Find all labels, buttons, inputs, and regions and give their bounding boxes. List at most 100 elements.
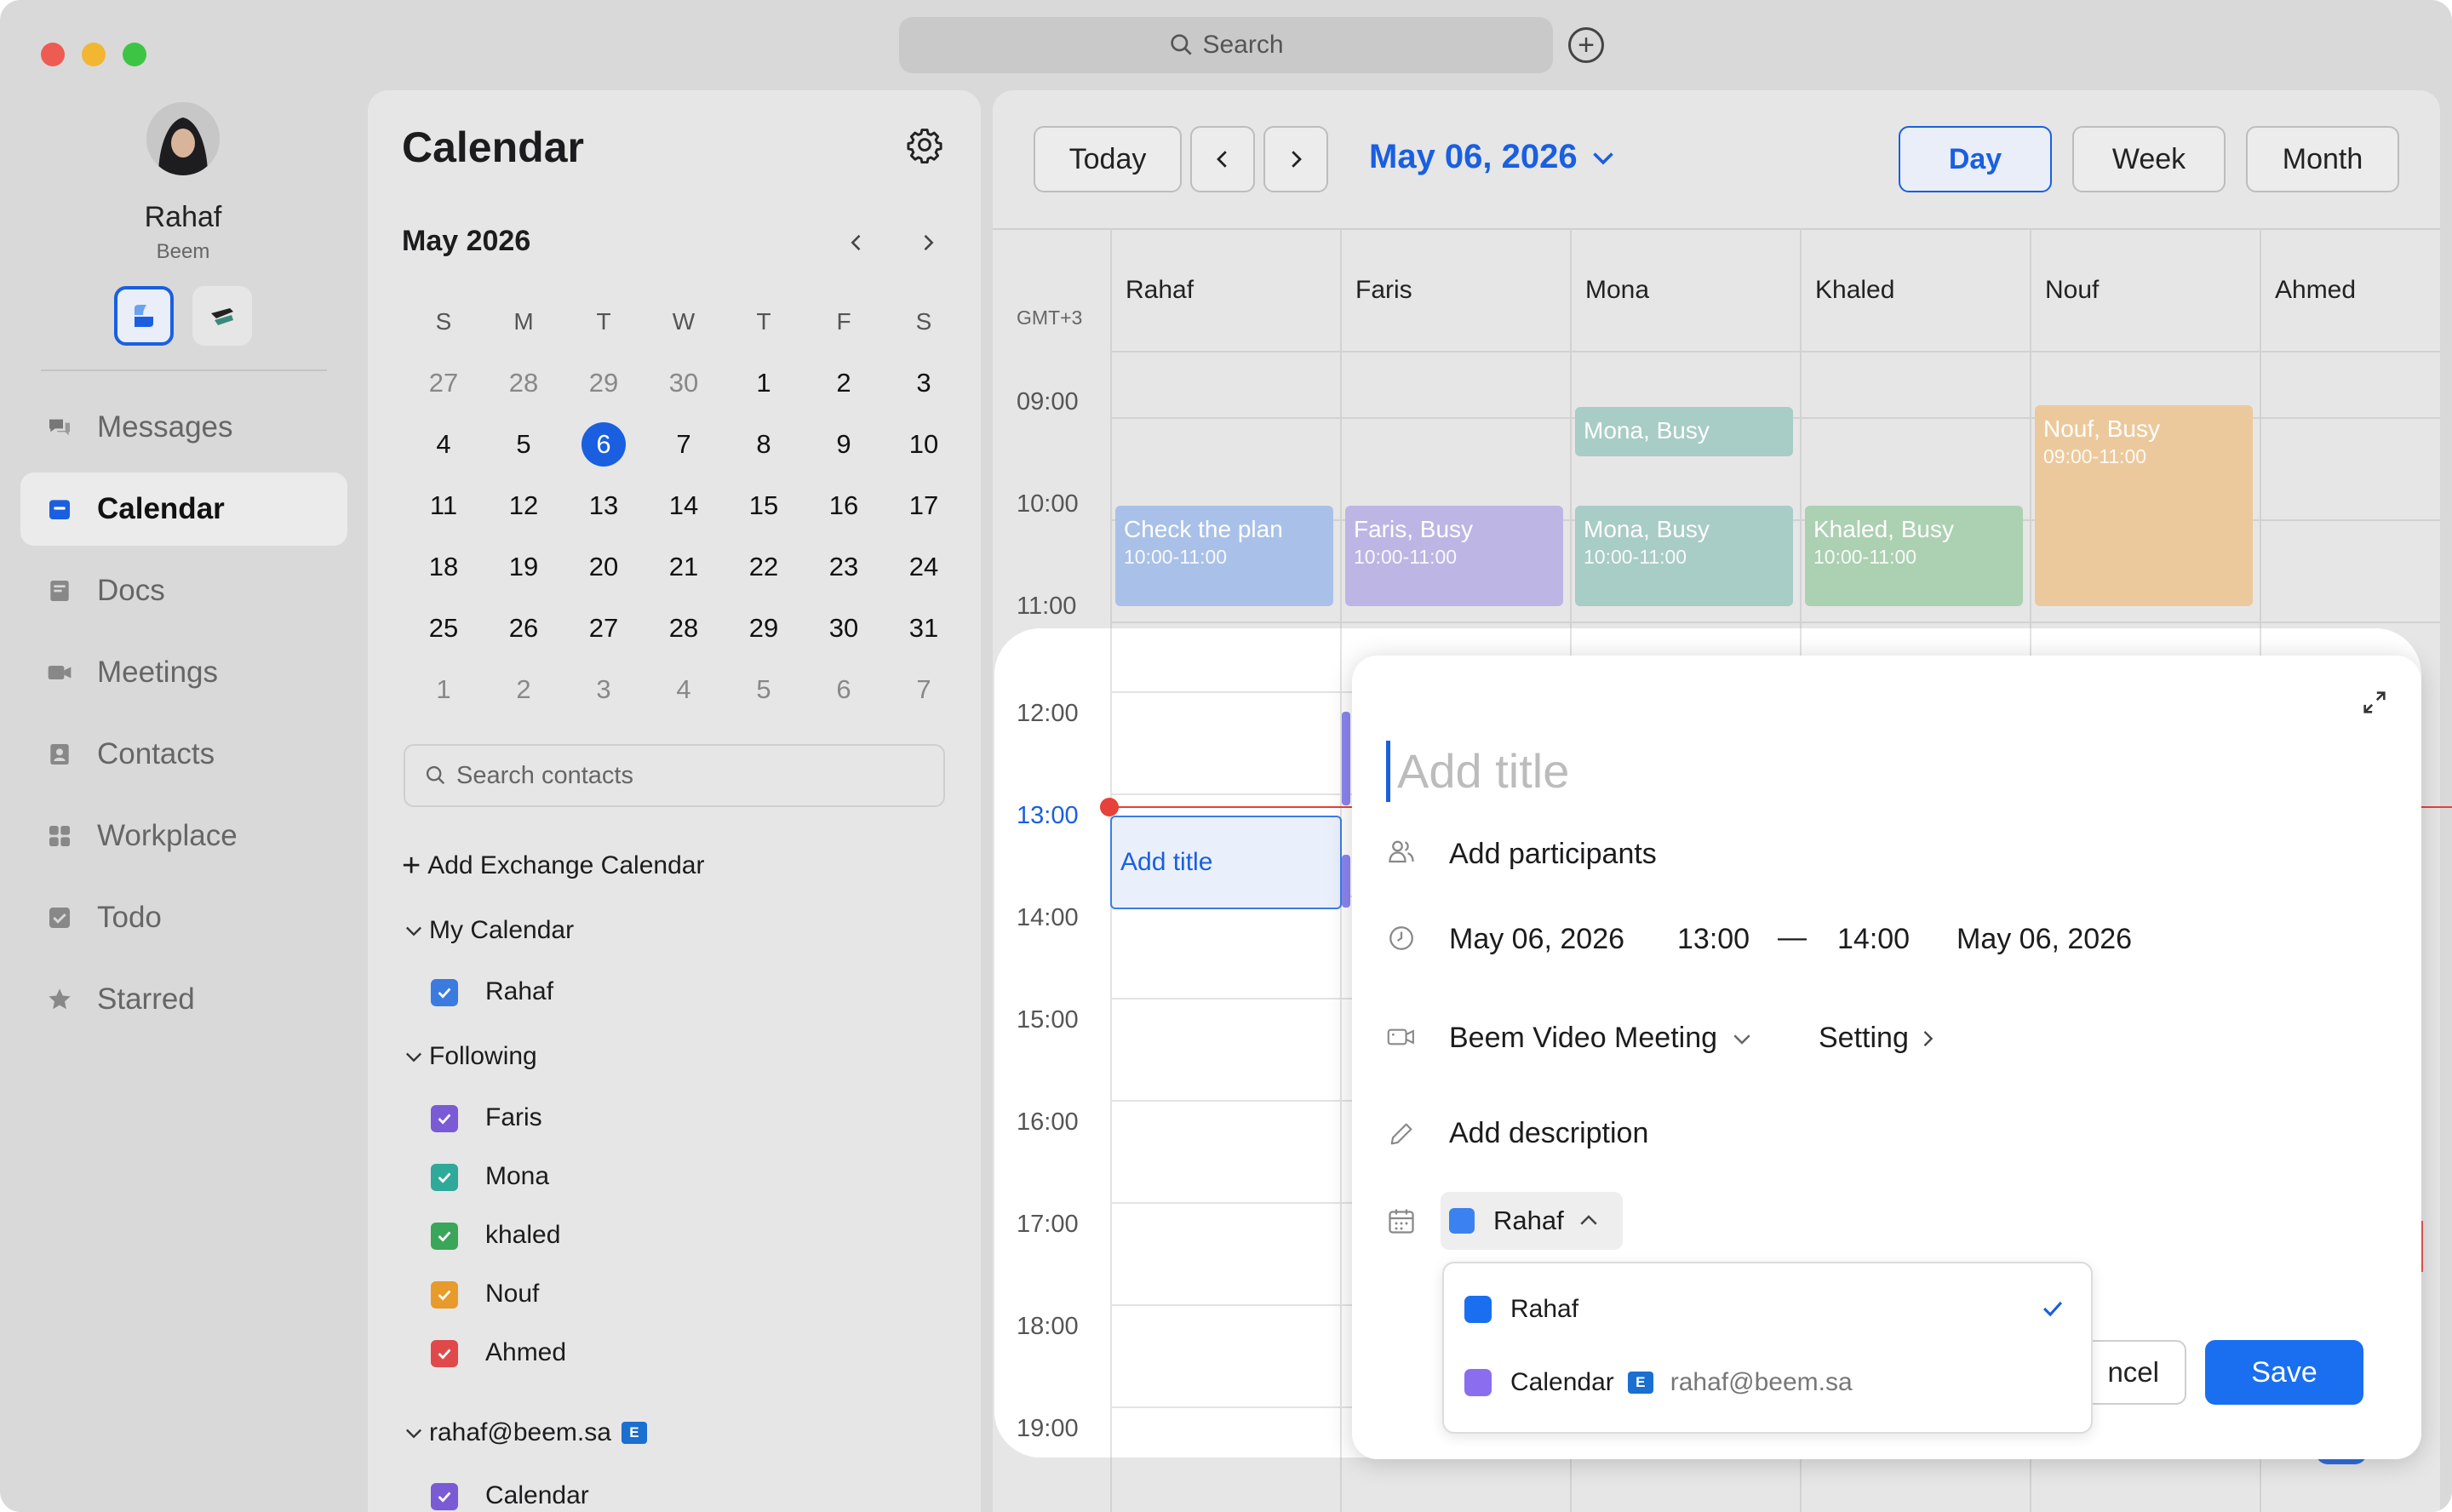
my-calendar-section-toggle[interactable]: My Calendar — [402, 916, 574, 945]
global-search-bar[interactable]: Search — [899, 17, 1553, 73]
calendar-day[interactable]: 30 — [644, 368, 724, 398]
event-block[interactable]: Mona, Busy — [1575, 407, 1793, 456]
add-exchange-calendar-button[interactable]: + Add Exchange Calendar — [402, 850, 704, 882]
beem-workspace-icon[interactable] — [114, 286, 174, 346]
calendar-day[interactable]: 28 — [484, 368, 564, 398]
sidebar-item-docs[interactable]: Docs — [20, 554, 347, 627]
secondary-app-icon[interactable] — [192, 286, 252, 346]
calendar-day[interactable]: 6 — [804, 674, 884, 705]
calendar-day[interactable]: 7 — [884, 674, 964, 705]
exchange-calendar-calendar-checkbox[interactable] — [431, 1483, 458, 1510]
prev-day-button[interactable] — [1190, 126, 1255, 192]
calendar-day[interactable]: 24 — [884, 552, 964, 582]
event-block[interactable]: Khaled, Busy 10:00-11:00 — [1805, 506, 2023, 606]
today-button[interactable]: Today — [1034, 126, 1182, 192]
event-block[interactable]: Mona, Busy 10:00-11:00 — [1575, 506, 1793, 606]
calendar-day[interactable]: 31 — [884, 613, 964, 644]
calendar-select[interactable]: Rahaf — [1441, 1192, 1623, 1250]
following-ahmed-checkbox[interactable] — [431, 1340, 458, 1367]
sidebar-item-calendar[interactable]: Calendar — [20, 472, 347, 546]
next-month-button[interactable] — [916, 226, 940, 262]
following-mona-checkbox[interactable] — [431, 1164, 458, 1191]
calendar-day[interactable]: 30 — [804, 613, 884, 644]
following-faris-checkbox[interactable] — [431, 1105, 458, 1132]
calendar-day[interactable]: 5 — [484, 429, 564, 460]
draft-event[interactable]: Add title — [1110, 816, 1342, 909]
avatar[interactable] — [146, 102, 220, 175]
sidebar-item-todo[interactable]: Todo — [20, 881, 347, 954]
calendar-day[interactable]: 22 — [724, 552, 804, 582]
meeting-type-select[interactable]: Beem Video Meeting — [1449, 1022, 1755, 1055]
end-time-field[interactable]: 14:00 — [1837, 923, 1910, 956]
event-title-input[interactable]: Add title — [1386, 741, 1569, 802]
calendar-day[interactable]: 29 — [724, 613, 804, 644]
calendar-day[interactable]: 18 — [404, 552, 484, 582]
following-nouf-checkbox[interactable] — [431, 1281, 458, 1309]
calendar-day[interactable]: 11 — [404, 490, 484, 521]
calendar-day[interactable]: 14 — [644, 490, 724, 521]
meeting-setting-button[interactable]: Setting — [1819, 1022, 1939, 1055]
calendar-day[interactable]: 1 — [724, 368, 804, 398]
calendar-day[interactable]: 27 — [404, 368, 484, 398]
calendar-day[interactable]: 3 — [564, 674, 644, 705]
selected-day[interactable]: 6 — [564, 422, 644, 467]
calendar-day[interactable]: 19 — [484, 552, 564, 582]
calendar-option-calendar[interactable]: Calendar Erahaf@beem.sa — [1444, 1349, 2091, 1417]
calendar-option-rahaf[interactable]: Rahaf — [1444, 1275, 2091, 1343]
calendar-day[interactable]: 1 — [404, 674, 484, 705]
calendar-day[interactable]: 2 — [484, 674, 564, 705]
month-view-button[interactable]: Month — [2246, 126, 2399, 192]
calendar-day[interactable]: 28 — [644, 613, 724, 644]
save-button[interactable]: Save — [2205, 1340, 2363, 1405]
calendar-day[interactable]: 15 — [724, 490, 804, 521]
my-calendar-rahaf-checkbox[interactable] — [431, 979, 458, 1006]
calendar-day[interactable]: 21 — [644, 552, 724, 582]
add-description-field[interactable]: Add description — [1449, 1117, 1648, 1150]
start-date-field[interactable]: May 06, 2026 — [1449, 923, 1624, 956]
day-view-button[interactable]: Day — [1899, 126, 2052, 192]
calendar-day[interactable]: 4 — [644, 674, 724, 705]
calendar-day[interactable]: 29 — [564, 368, 644, 398]
following-section-toggle[interactable]: Following — [402, 1042, 537, 1071]
sidebar-item-messages[interactable]: Messages — [20, 391, 347, 464]
calendar-day[interactable]: 25 — [404, 613, 484, 644]
calendar-day[interactable]: 26 — [484, 613, 564, 644]
expand-icon[interactable] — [2360, 688, 2389, 721]
calendar-day[interactable]: 2 — [804, 368, 884, 398]
add-participants-field[interactable]: Add participants — [1449, 838, 1657, 871]
date-picker-toggle[interactable]: May 06, 2026 — [1369, 138, 1618, 176]
calendar-day[interactable]: 10 — [884, 429, 964, 460]
sidebar-item-meetings[interactable]: Meetings — [20, 636, 347, 709]
calendar-day[interactable]: 12 — [484, 490, 564, 521]
calendar-day[interactable]: 4 — [404, 429, 484, 460]
calendar-day[interactable]: 9 — [804, 429, 884, 460]
close-window-button[interactable] — [41, 43, 65, 66]
search-contacts-input[interactable]: Search contacts — [404, 744, 945, 807]
zoom-window-button[interactable] — [123, 43, 146, 66]
gear-icon[interactable] — [906, 126, 943, 168]
calendar-day[interactable]: 8 — [724, 429, 804, 460]
exchange-account-toggle[interactable]: rahaf@beem.sa E — [402, 1418, 647, 1447]
end-date-field[interactable]: May 06, 2026 — [1956, 923, 2132, 956]
calendar-day[interactable]: 16 — [804, 490, 884, 521]
calendar-day[interactable]: 7 — [644, 429, 724, 460]
event-block[interactable]: Check the plan 10:00-11:00 — [1115, 506, 1333, 606]
start-time-field[interactable]: 13:00 — [1677, 923, 1750, 956]
sidebar-item-starred[interactable]: Starred — [20, 963, 347, 1036]
calendar-day[interactable]: 20 — [564, 552, 644, 582]
event-block[interactable]: Faris, Busy 10:00-11:00 — [1345, 506, 1563, 606]
calendar-day[interactable]: 27 — [564, 613, 644, 644]
calendar-day[interactable]: 17 — [884, 490, 964, 521]
prev-month-button[interactable] — [845, 226, 868, 262]
week-view-button[interactable]: Week — [2072, 126, 2226, 192]
minimize-window-button[interactable] — [82, 43, 106, 66]
calendar-day[interactable]: 3 — [884, 368, 964, 398]
sidebar-item-workplace[interactable]: Workplace — [20, 799, 347, 873]
add-icon[interactable]: + — [1568, 27, 1604, 63]
sidebar-item-contacts[interactable]: Contacts — [20, 718, 347, 791]
calendar-day[interactable]: 13 — [564, 490, 644, 521]
calendar-day[interactable]: 23 — [804, 552, 884, 582]
calendar-day[interactable]: 5 — [724, 674, 804, 705]
event-block[interactable]: Nouf, Busy 09:00-11:00 — [2035, 405, 2253, 606]
following-khaled-checkbox[interactable] — [431, 1223, 458, 1250]
